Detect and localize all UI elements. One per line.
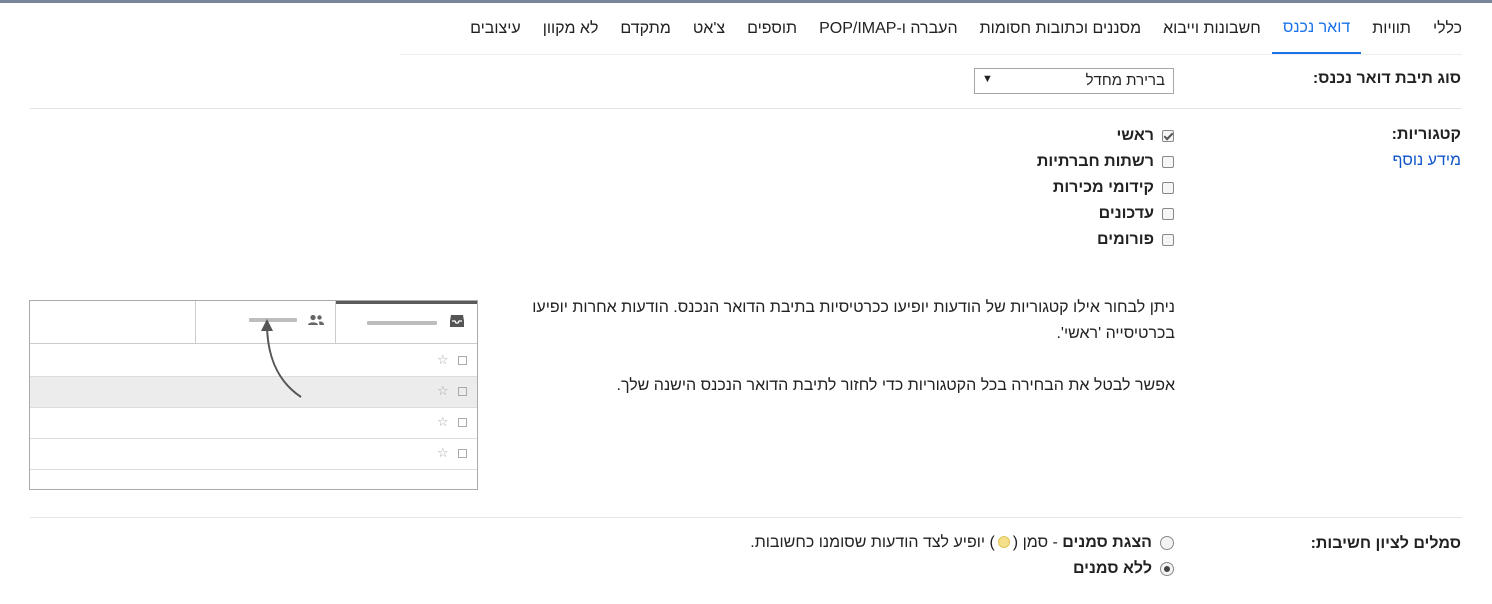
tab-inbox[interactable]: דואר נכנס [1271, 3, 1362, 54]
tab-accounts-import[interactable]: חשבונות וייבוא [1152, 3, 1272, 54]
tab-general[interactable]: כללי [1422, 3, 1462, 54]
show-markers-desc-2: ) יופיע לצד הודעות שסומנו כחשובות. [750, 534, 995, 551]
show-markers-radio[interactable] [1160, 536, 1174, 550]
tab-forwarding-pop-imap[interactable]: העברה ו-POP/IMAP [808, 3, 969, 54]
importance-markers-label: סמלים לציון חשיבות: [1310, 535, 1461, 552]
settings-tabs: כללי תוויות דואר נכנס חשבונות וייבוא מסנ… [459, 3, 1462, 54]
inbox-type-label: סוג תיבת דואר נכנס: [1312, 70, 1461, 87]
categories-label: קטגוריות: [1391, 126, 1461, 143]
tab-addons[interactable]: תוספים [736, 3, 808, 54]
category-forums-checkbox[interactable] [1162, 234, 1174, 246]
importance-marker-icon [997, 536, 1010, 548]
dropdown-arrow-icon: ▼ [982, 73, 993, 85]
category-primary-label: ראשי [1116, 127, 1154, 144]
inbox-tabs-illustration: ☆ ☆ ☆ ☆ [29, 300, 478, 490]
tabs-divider [400, 54, 1462, 55]
category-social-label: רשתות חברתיות [1036, 153, 1154, 170]
category-promotions[interactable]: קידומי מכירות [1053, 177, 1174, 199]
categories-description: ניתן לבחור אילו קטגוריות של הודעות יופיע… [532, 299, 1175, 342]
tab-offline[interactable]: לא מקוון [532, 3, 610, 54]
category-updates-label: עדכונים [1098, 205, 1154, 222]
category-promotions-checkbox[interactable] [1162, 182, 1174, 194]
show-markers-desc-1: - סמן ( [1012, 534, 1063, 551]
category-forums-label: פורומים [1097, 231, 1154, 248]
category-promotions-label: קידומי מכירות [1052, 179, 1154, 196]
no-markers-label: ללא סמנים [1072, 560, 1152, 577]
category-primary-checkbox[interactable] [1162, 130, 1174, 142]
learn-more-link[interactable]: מידע נוסף [1393, 152, 1461, 170]
no-markers-radio[interactable] [1160, 562, 1174, 576]
inbox-type-select[interactable]: ברירת מחדל ▼ [974, 68, 1174, 94]
curved-arrow-icon [261, 319, 302, 398]
category-social-checkbox[interactable] [1162, 156, 1174, 168]
category-social[interactable]: רשתות חברתיות [1037, 151, 1174, 173]
show-markers-text: הצגת סמנים - סמן ( ) יופיע לצד הודעות שסו… [750, 534, 1152, 552]
inbox-type-selected-value: ברירת מחדל [1085, 72, 1165, 89]
tab-chat[interactable]: צ'אט [682, 3, 736, 54]
show-markers-label: הצגת סמנים [1062, 534, 1152, 551]
category-forums[interactable]: פורומים [1097, 229, 1174, 251]
category-primary[interactable]: ראשי [1116, 125, 1174, 147]
categories-reset-hint: אפשר לבטל את הבחירה בכל הקטגוריות כדי לח… [616, 377, 1175, 394]
category-updates-checkbox[interactable] [1162, 208, 1174, 220]
section-divider [30, 108, 1462, 109]
tab-advanced[interactable]: מתקדם [609, 3, 681, 54]
tab-labels[interactable]: תוויות [1361, 3, 1422, 54]
category-updates[interactable]: עדכונים [1099, 203, 1174, 225]
section-divider [30, 517, 1462, 518]
importance-show-markers-option[interactable]: הצגת סמנים - סמן ( ) יופיע לצד הודעות שסו… [750, 532, 1174, 554]
tab-themes[interactable]: עיצובים [459, 3, 532, 54]
tab-filters-blocked[interactable]: מסננים וכתובות חסומות [969, 3, 1152, 54]
importance-no-markers-option[interactable]: ללא סמנים [1073, 558, 1174, 580]
